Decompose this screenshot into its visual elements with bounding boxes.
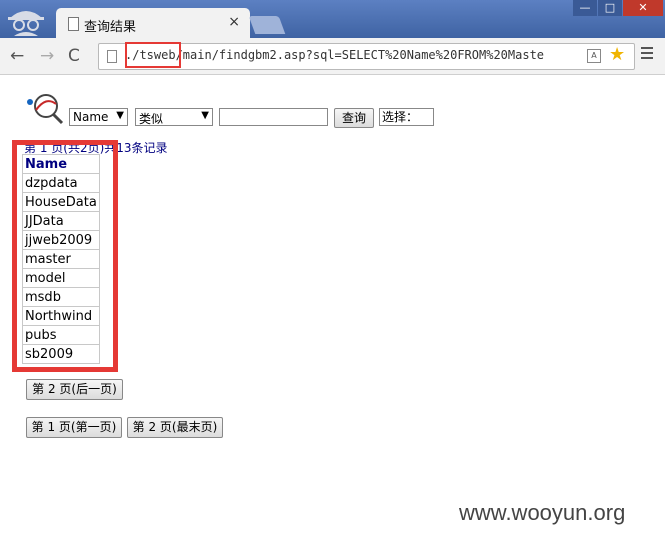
first-page-button[interactable]: 第 1 页(第一页) [26,417,122,438]
search-logo-icon [27,94,64,125]
dropdown-arrow-icon: ▼ [116,110,124,121]
new-tab-button[interactable] [248,16,286,34]
page-icon [107,50,117,63]
table-highlight-box [12,140,118,372]
field-select-value: Name [73,110,109,124]
field-select[interactable]: Name ▼ [69,108,128,126]
tab-title: 查询结果 [84,20,137,35]
browser-titlebar: 查询结果 × — □ ✕ [0,0,665,38]
tab-close-icon[interactable]: × [228,14,240,30]
dropdown-arrow-icon: ▼ [201,110,209,121]
browser-toolbar: ← → C ./tsweb/main/findgbm2.asp?sql=SELE… [0,38,665,75]
url-text[interactable]: ./tsweb/main/findgbm2.asp?sql=SELECT%20N… [125,48,585,62]
tab-query-results[interactable]: 查询结果 × [56,8,250,38]
search-value-input[interactable] [219,108,328,126]
translate-icon[interactable]: A [587,49,601,63]
operator-select-value: 类似 [139,112,164,126]
page-icon [68,17,79,31]
incognito-icon [8,11,44,36]
url-highlight-box [125,42,181,68]
menu-icon[interactable] [641,47,653,62]
reload-icon[interactable]: C [68,46,80,66]
bookmark-star-icon[interactable]: ★ [609,44,625,65]
next-page-button[interactable]: 第 2 页(后一页) [26,379,123,400]
query-button[interactable]: 查询 [334,108,374,128]
forward-icon[interactable]: → [40,46,54,66]
choose-label: 选择： [379,108,434,126]
operator-select[interactable]: 类似 ▼ [135,108,213,126]
maximize-button[interactable]: □ [598,0,622,16]
minimize-button[interactable]: — [573,0,597,16]
window-close-button[interactable]: ✕ [623,0,663,16]
back-icon[interactable]: ← [10,46,24,66]
last-page-button[interactable]: 第 2 页(最末页) [127,417,223,438]
watermark: www.wooyun.org [459,500,626,525]
